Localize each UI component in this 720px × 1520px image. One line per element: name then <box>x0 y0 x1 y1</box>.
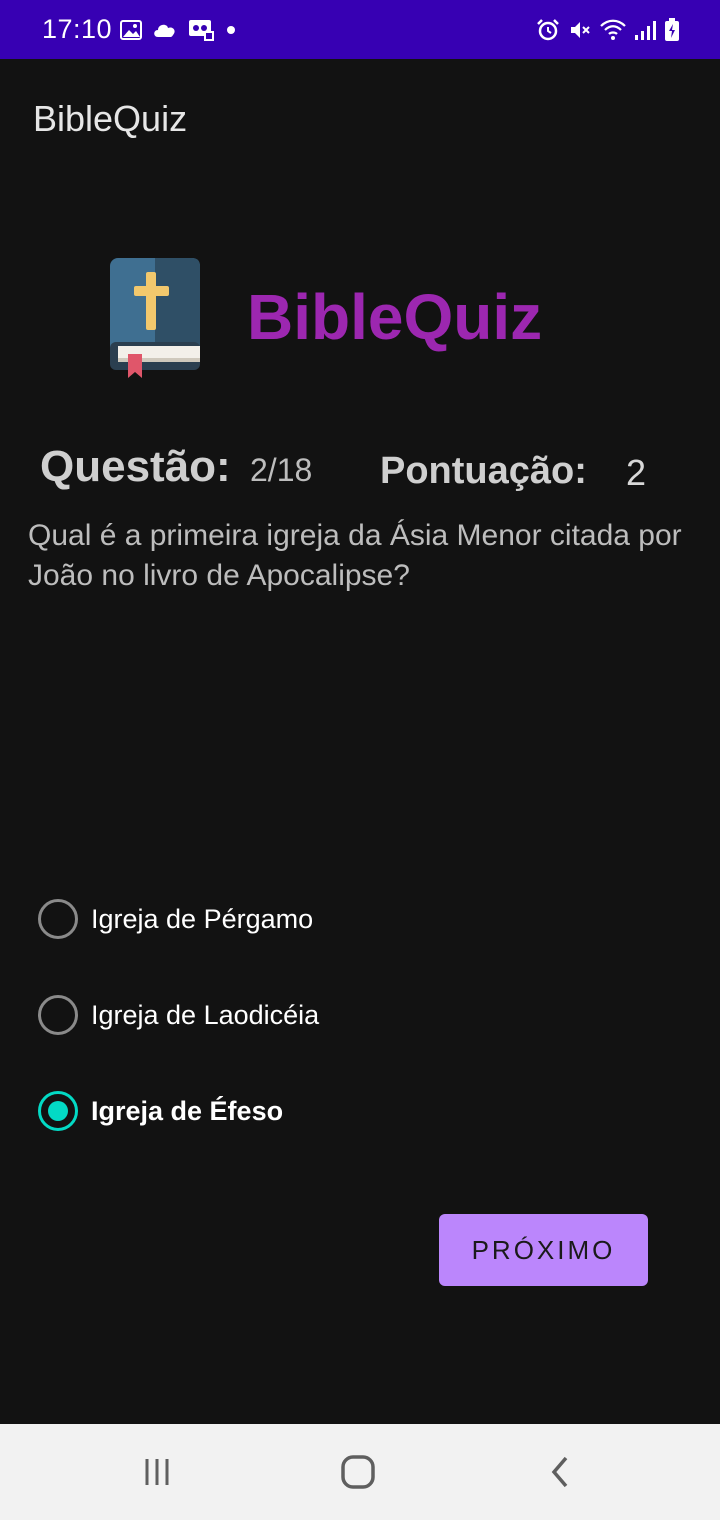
option-label: Igreja de Éfeso <box>91 1095 284 1126</box>
battery-icon <box>665 18 679 41</box>
status-right-icons <box>536 16 680 44</box>
radio-button[interactable] <box>38 899 78 939</box>
alarm-icon <box>537 19 559 41</box>
home-icon[interactable] <box>338 1452 378 1492</box>
app-bar: BibleQuiz <box>0 59 720 177</box>
next-button[interactable]: PRÓXIMO <box>439 1214 648 1286</box>
wifi-icon <box>600 19 626 40</box>
cloud-icon <box>154 24 175 37</box>
radio-button-selected[interactable] <box>38 1091 78 1131</box>
image-icon <box>120 20 142 40</box>
dot-icon <box>227 26 235 34</box>
question-label: Questão: <box>40 442 231 491</box>
question-progress: 2/18 <box>250 452 313 488</box>
option-laodiceia[interactable]: Igreja de Laodicéia <box>38 990 538 1040</box>
option-efeso[interactable]: Igreja de Éfeso <box>38 1086 538 1136</box>
question-text: Qual é a primeira igreja da Ásia Menor c… <box>28 519 682 592</box>
score-label: Pontuação: <box>380 450 587 492</box>
score-value: 2 <box>626 452 647 493</box>
app-bar-title: BibleQuiz <box>33 98 188 139</box>
status-left-icons <box>120 16 238 44</box>
mute-icon <box>571 22 590 38</box>
recents-icon[interactable] <box>137 1452 177 1492</box>
voicemail-icon <box>189 20 214 41</box>
option-pergamo[interactable]: Igreja de Pérgamo <box>38 894 538 944</box>
brand-title: BibleQuiz <box>247 281 543 353</box>
back-icon[interactable] <box>540 1452 580 1492</box>
radio-button[interactable] <box>38 995 78 1035</box>
option-label: Igreja de Laodicéia <box>91 999 320 1030</box>
signal-icon <box>635 21 656 40</box>
nav-bar <box>0 1424 720 1520</box>
bible-icon <box>110 258 200 378</box>
status-bar: 17:10 <box>0 0 720 59</box>
option-label: Igreja de Pérgamo <box>91 903 314 934</box>
status-time: 17:10 <box>42 14 113 44</box>
